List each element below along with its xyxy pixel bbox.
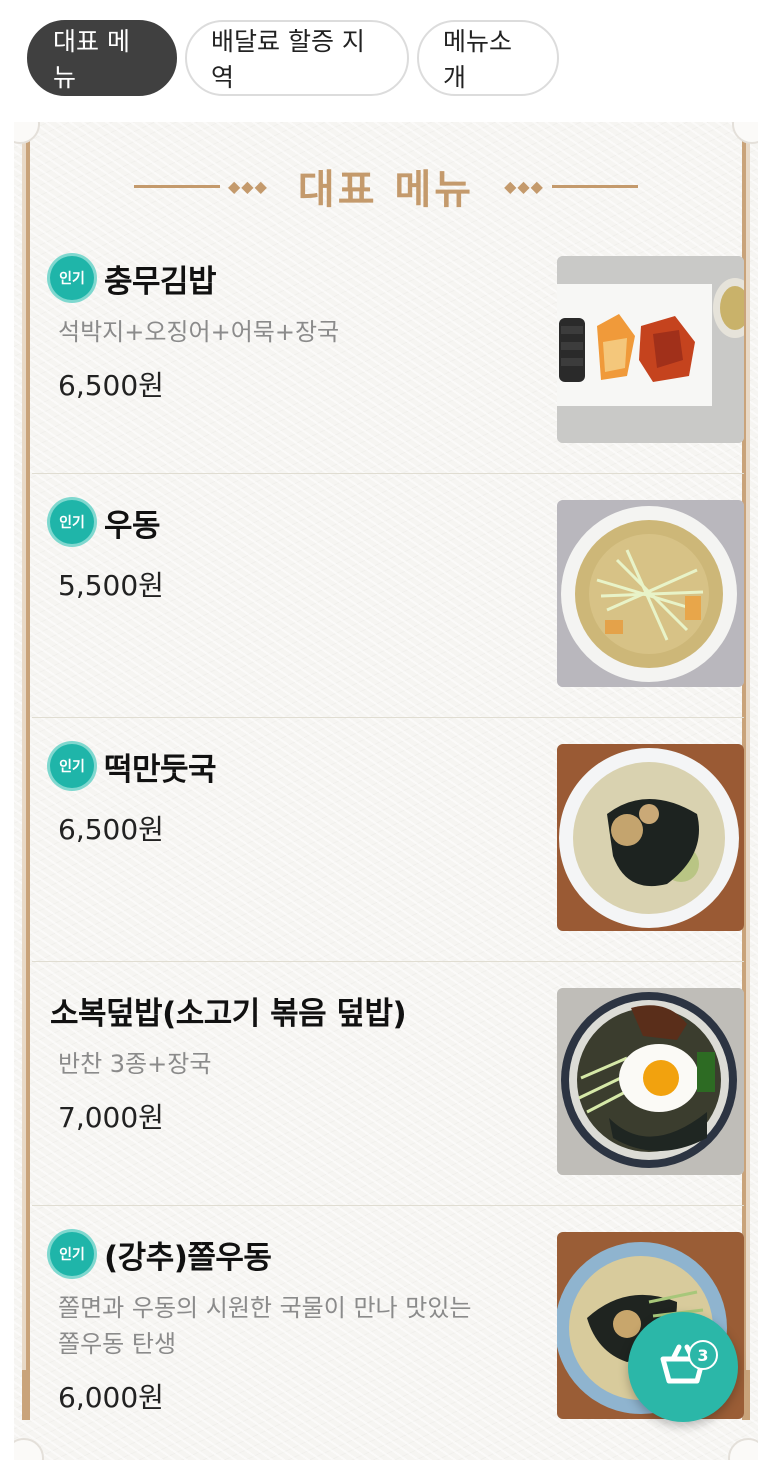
popular-badge: 인기 [50,744,94,788]
menu-item-price: 7,000원 [58,1101,164,1134]
section-header: ◆◆◆ 대표 메뉴 ◆◆◆ [14,156,758,216]
left-frame-rail [22,134,30,1420]
popular-badge: 인기 [50,1232,94,1276]
menu-item-name: 떡만둣국 [104,751,217,788]
menu-item-price: 6,000원 [58,1381,164,1414]
menu-item-price: 6,500원 [58,369,164,402]
title-ornament-left: ◆◆◆ [134,177,276,196]
udon-photo [557,500,744,687]
menu-item-price: 5,500원 [58,569,164,602]
menu-item-description: 반찬 3종+장국 [58,1050,212,1078]
menu-item-beef-rice-bowl[interactable]: 소복덮밥(소고기 볶음 덮밥) 반찬 3종+장국 7,000원 [32,962,744,1206]
tteok-mandu-guk-photo [557,744,744,931]
popular-badge: 인기 [50,256,94,300]
menu-list: 인기 충무김밥 석박지+오징어+어묵+장국 6,500원 인기 우동 5,500… [32,230,744,1450]
menu-item-tteok-mandu-guk[interactable]: 인기 떡만둣국 6,500원 [32,718,744,962]
tab-menu-intro[interactable]: 메뉴소개 [417,20,559,96]
chungmu-gimbap-photo [557,256,744,443]
menu-item-price: 6,500원 [58,813,164,846]
cart-button[interactable]: 3 [628,1312,738,1422]
beef-rice-bowl-photo [557,988,744,1175]
menu-panel: ◆◆◆ 대표 메뉴 ◆◆◆ 인기 충무김밥 석박지+오징어+어묵+장국 6,50… [14,122,758,1460]
menu-item-name: 소복덮밥(소고기 볶음 덮밥) [50,995,407,1032]
popular-badge: 인기 [50,500,94,544]
cart-count-badge: 3 [688,1340,718,1370]
menu-item-jjol-udon[interactable]: 인기 (강추)쫄우동 쫄면과 우동의 시원한 국물이 만나 맛있는 쫄우동 탄생… [32,1206,744,1450]
tab-signature-menu[interactable]: 대표 메뉴 [27,20,177,96]
tab-delivery-surcharge-area[interactable]: 배달료 할증 지역 [185,20,409,96]
title-ornament-right: ◆◆◆ [496,177,638,196]
menu-item-chungmu-gimbap[interactable]: 인기 충무김밥 석박지+오징어+어묵+장국 6,500원 [32,230,744,474]
menu-item-name: 우동 [104,507,161,544]
menu-tabs: 대표 메뉴 배달료 할증 지역 메뉴소개 [27,20,559,96]
menu-item-description: 석박지+오징어+어묵+장국 [58,318,340,346]
menu-item-name: (강추)쫄우동 [104,1239,272,1276]
menu-item-description: 쫄면과 우동의 시원한 국물이 만나 맛있는 쫄우동 탄생 [58,1294,472,1358]
menu-item-udon[interactable]: 인기 우동 5,500원 [32,474,744,718]
section-title: 대표 메뉴 [297,167,475,213]
menu-item-name: 충무김밥 [104,263,217,300]
